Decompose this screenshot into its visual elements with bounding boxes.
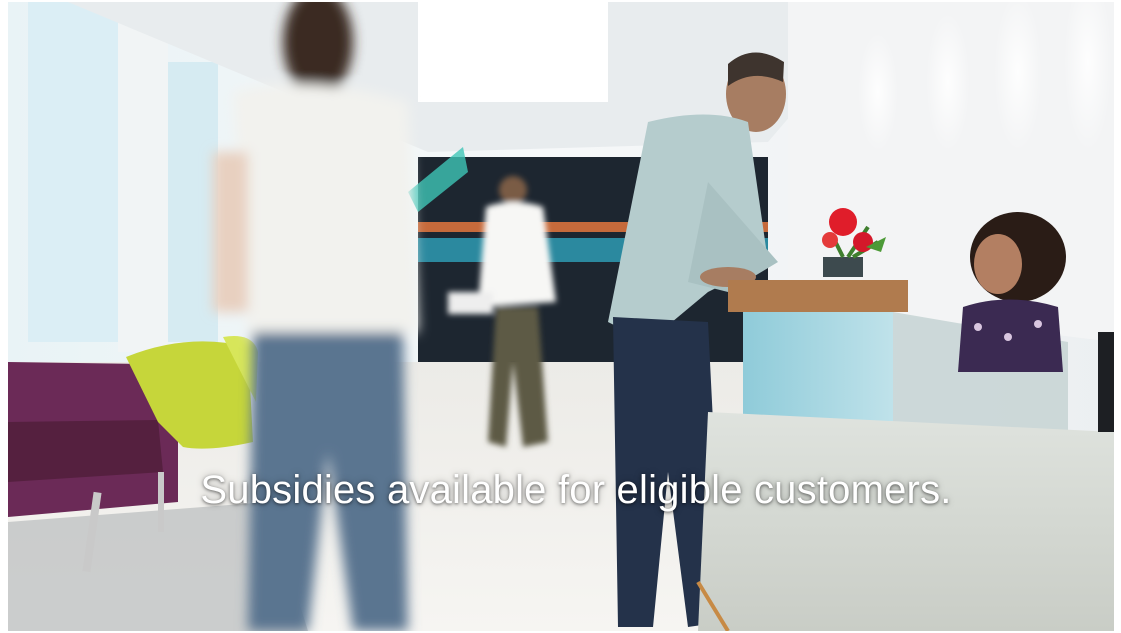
skylight: [418, 2, 608, 102]
banner-frame: Subsidies available for eligible custome…: [8, 2, 1114, 631]
window-panel: [28, 2, 118, 342]
office-reception-photo: [8, 2, 1114, 631]
window-panel: [168, 62, 218, 342]
banner-caption: Subsidies available for eligible custome…: [200, 468, 952, 512]
